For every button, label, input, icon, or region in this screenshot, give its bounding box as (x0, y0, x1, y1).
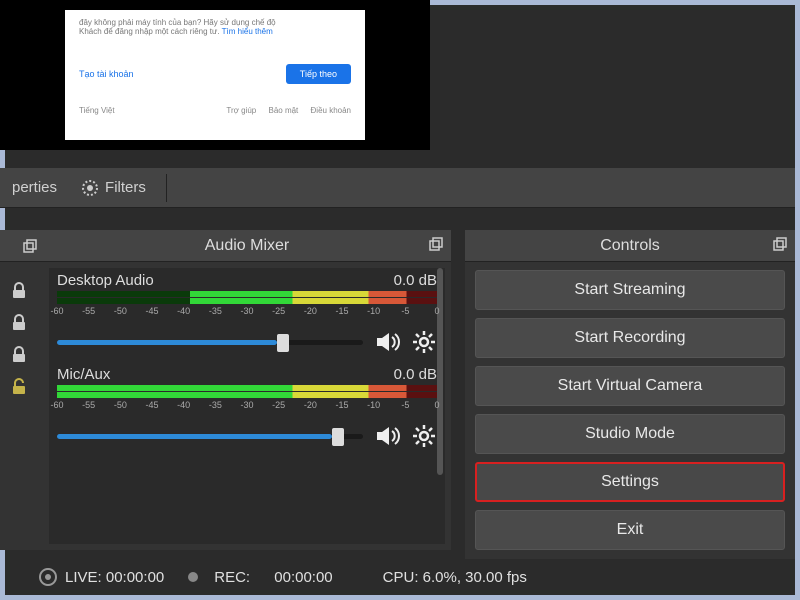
popout-icon[interactable] (23, 239, 37, 253)
filters-tab[interactable]: Filters (69, 168, 158, 207)
lang-selector: Tiếng Việt (79, 106, 115, 115)
studio-mode-button[interactable]: Studio Mode (475, 414, 785, 454)
panel-title-bar: Audio Mixer (43, 230, 451, 262)
properties-tab[interactable]: perties (0, 168, 69, 207)
popout-icon[interactable] (429, 237, 443, 251)
lock-icon[interactable] (4, 340, 34, 370)
panel-title-bar: Controls (465, 230, 795, 262)
tab-label: Filters (105, 179, 146, 196)
rec-time: 00:00:00 (274, 569, 332, 586)
status-bar: LIVE: 00:00:00 REC: 00:00:00 CPU: 6.0%, … (5, 559, 795, 595)
popout-icon[interactable] (773, 237, 787, 251)
volume-slider[interactable] (57, 424, 363, 448)
channel-name: Mic/Aux (57, 366, 110, 383)
meter-ticks: -60-55-50-45-40-35-30-25-20-15-10-50 (57, 400, 437, 416)
dock-toolbar: perties Filters (0, 168, 795, 208)
speaker-icon[interactable] (373, 328, 401, 356)
learn-more-link: Tìm hiểu thêm (222, 27, 273, 36)
live-time: 00:00:00 (106, 569, 164, 586)
speaker-icon[interactable] (373, 422, 401, 450)
lock-icon[interactable] (4, 276, 34, 306)
vu-meter: -60-55-50-45-40-35-30-25-20-15-10-50 (57, 291, 437, 322)
scrollbar[interactable] (437, 268, 443, 475)
start-streaming-button[interactable]: Start Streaming (475, 270, 785, 310)
divider (166, 174, 167, 202)
next-button-preview: Tiếp theo (286, 64, 351, 84)
tab-label: perties (12, 179, 57, 196)
preview-text: đây không phải máy tính của bạn? Hãy sử … (79, 18, 351, 36)
rec-label: REC: (214, 569, 250, 586)
live-indicator: LIVE: 00:00:00 (39, 568, 164, 586)
sources-lock-strip (0, 230, 43, 550)
preview-content: đây không phải máy tính của bạn? Hãy sử … (65, 10, 365, 140)
audio-channel-desktop: Desktop Audio 0.0 dB -60-55-50-45-40-35-… (57, 272, 437, 356)
unlock-icon[interactable] (4, 372, 34, 402)
meter-ticks: -60-55-50-45-40-35-30-25-20-15-10-50 (57, 306, 437, 322)
broadcast-icon (39, 568, 57, 586)
audio-channel-mic: Mic/Aux 0.0 dB -60-55-50-45-40-35-30-25-… (57, 366, 437, 450)
audio-mixer-panel: Audio Mixer Desktop Audio 0.0 dB -60-55-… (43, 230, 451, 550)
vu-meter: -60-55-50-45-40-35-30-25-20-15-10-50 (57, 385, 437, 416)
start-virtual-camera-button[interactable]: Start Virtual Camera (475, 366, 785, 406)
lock-icon[interactable] (4, 308, 34, 338)
preview-area: đây không phải máy tính của bạn? Hãy sử … (0, 0, 430, 150)
start-recording-button[interactable]: Start Recording (475, 318, 785, 358)
live-label: LIVE: (65, 569, 102, 586)
gear-icon[interactable] (411, 329, 437, 355)
panel-title: Controls (600, 237, 660, 255)
filters-icon (81, 179, 99, 197)
settings-button[interactable]: Settings (475, 462, 785, 502)
gear-icon[interactable] (411, 423, 437, 449)
cpu-status: CPU: 6.0%, 30.00 fps (383, 569, 527, 586)
channel-db: 0.0 dB (394, 272, 437, 289)
channel-db: 0.0 dB (394, 366, 437, 383)
exit-button[interactable]: Exit (475, 510, 785, 550)
rec-dot-icon (188, 572, 198, 582)
channel-name: Desktop Audio (57, 272, 154, 289)
create-account-link: Tạo tài khoản (79, 69, 134, 79)
panel-title: Audio Mixer (205, 237, 289, 255)
controls-panel: Controls Start Streaming Start Recording… (465, 230, 795, 560)
volume-slider[interactable] (57, 330, 363, 354)
